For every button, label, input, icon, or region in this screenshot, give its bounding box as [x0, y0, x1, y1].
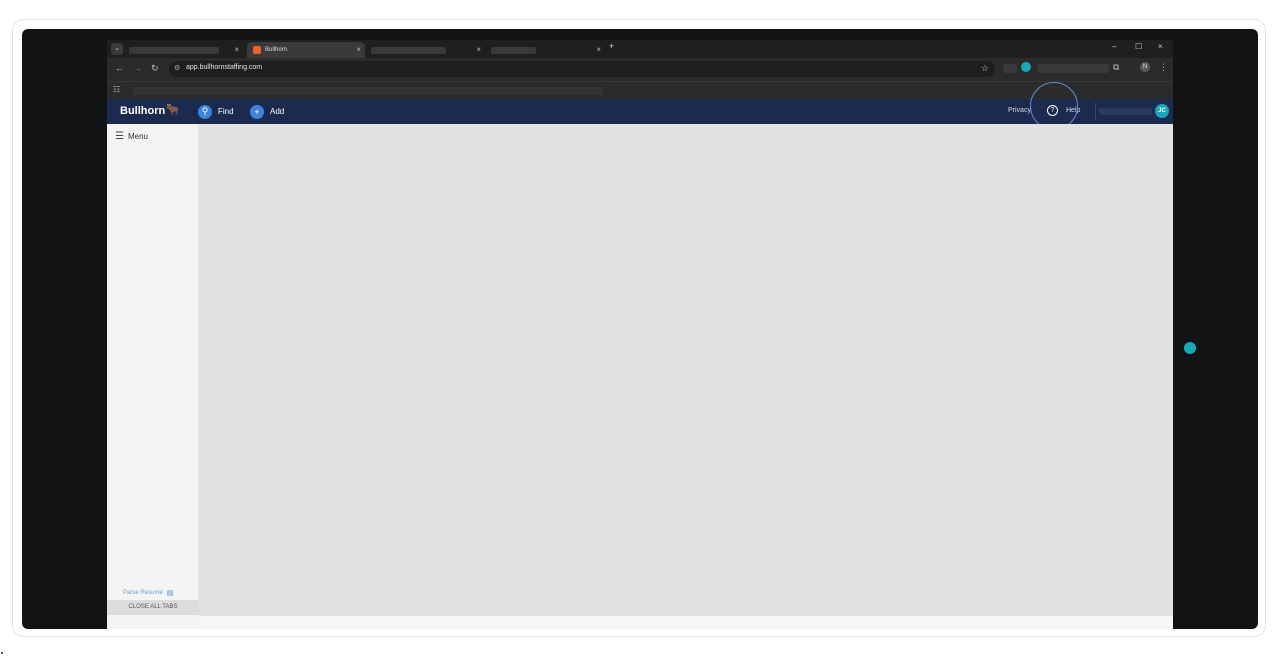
parse-resume-link[interactable]: Parse Resume ▤	[123, 589, 173, 597]
tab-strip: ⌄ × Bullhorn × × × + – ☐ ×	[107, 40, 1173, 58]
close-window-button[interactable]: ×	[1158, 42, 1163, 51]
tab-title: Bullhorn	[265, 47, 288, 53]
sidebar-footer	[107, 615, 199, 629]
document-icon: ▤	[166, 590, 174, 597]
menu-button[interactable]: ☰ Menu	[115, 131, 148, 142]
header-divider	[1095, 103, 1096, 120]
extension-teal-icon[interactable]	[1021, 62, 1031, 72]
forward-icon[interactable]: →	[133, 63, 142, 73]
reload-icon[interactable]: ↻	[151, 63, 159, 74]
site-info-icon[interactable]: ⚙	[174, 64, 180, 72]
bookmarks-bar: ☷	[107, 81, 1173, 99]
browser-tab-4[interactable]: ×	[487, 42, 605, 58]
apps-grid-icon[interactable]: ☷	[113, 85, 120, 94]
find-button[interactable]: ⚲ Find	[198, 104, 234, 119]
url-text[interactable]: app.bullhornstaffing.com	[186, 64, 262, 71]
blurred-tab-title	[491, 46, 536, 54]
browser-tab-bullhorn[interactable]: Bullhorn ×	[247, 42, 365, 58]
add-button[interactable]: + Add	[250, 104, 284, 119]
search-icon: ⚲	[198, 104, 212, 119]
address-bar-row: ← → ↻ ⚙ app.bullhornstaffing.com ☆ ⧉ N ⋮	[107, 58, 1173, 81]
privacy-link[interactable]: Privacy	[1008, 107, 1031, 114]
profile-avatar[interactable]: N	[1140, 62, 1150, 72]
plus-icon: +	[250, 104, 264, 119]
extension-icon[interactable]	[1003, 64, 1017, 73]
find-label: Find	[218, 107, 234, 116]
close-tab-icon[interactable]: ×	[234, 45, 239, 54]
browser-window: ⌄ × Bullhorn × × × + – ☐ × ← → ↻ ⚙ app.b…	[107, 40, 1173, 629]
blurred-bookmarks	[133, 87, 603, 95]
main-footer-strip	[199, 616, 1173, 629]
bullhorn-logo[interactable]: Bullhorn	[120, 105, 165, 117]
close-tab-icon[interactable]: ×	[596, 45, 601, 54]
close-tab-icon[interactable]: ×	[476, 45, 481, 54]
main-content-area	[199, 124, 1173, 616]
blurred-user-name	[1099, 108, 1152, 115]
close-all-tabs-button[interactable]: CLOSE ALL TABS	[107, 600, 199, 615]
maximize-button[interactable]: ☐	[1135, 42, 1142, 51]
blurred-tab-title	[129, 46, 219, 54]
new-tab-button[interactable]: +	[609, 41, 614, 51]
tab-search-button[interactable]: ⌄	[111, 43, 123, 55]
extensions-puzzle-icon[interactable]: ⧉	[1113, 62, 1119, 73]
sidebar: ☰ Menu Parse Resume ▤ CLOSE ALL TABS	[107, 124, 199, 629]
user-avatar[interactable]: JC	[1155, 104, 1169, 118]
parse-resume-label: Parse Resume	[123, 590, 163, 596]
close-tab-icon[interactable]: ×	[356, 45, 361, 54]
minimize-button[interactable]: –	[1112, 42, 1116, 51]
click-highlight-ring	[1030, 82, 1078, 130]
bull-logo-icon: 🐂	[166, 104, 180, 116]
hamburger-icon: ☰	[115, 131, 124, 142]
bullhorn-favicon	[253, 46, 261, 54]
corner-mark	[1, 652, 3, 654]
browser-tab-1[interactable]: ×	[125, 42, 243, 58]
add-label: Add	[270, 107, 285, 116]
bullhorn-header: Bullhorn 🐂 ⚲ Find + Add Privacy ? Help J…	[107, 82, 1173, 130]
kebab-menu-icon[interactable]: ⋮	[1159, 62, 1168, 73]
star-icon[interactable]: ☆	[981, 63, 989, 74]
omnibox[interactable]: ⚙ app.bullhornstaffing.com ☆	[169, 61, 995, 77]
menu-label: Menu	[127, 132, 148, 141]
video-frame: ⌄ × Bullhorn × × × + – ☐ × ← → ↻ ⚙ app.b…	[22, 29, 1258, 629]
back-icon[interactable]: ←	[115, 63, 124, 73]
browser-tab-3[interactable]: ×	[367, 42, 485, 58]
cursor-indicator	[1184, 342, 1196, 354]
blurred-extension	[1037, 64, 1109, 73]
blurred-tab-title	[371, 46, 446, 54]
